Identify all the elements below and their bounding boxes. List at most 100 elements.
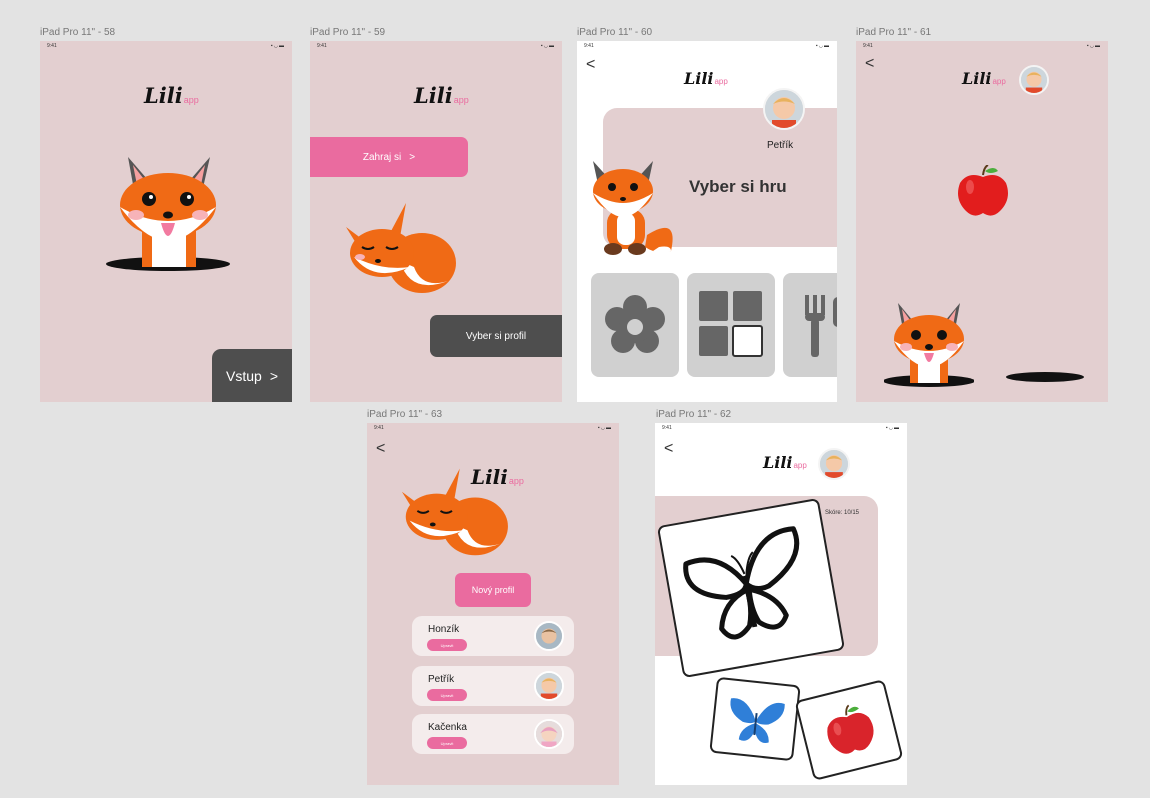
logo-app-text: app	[793, 461, 807, 470]
frame-label-60: iPad Pro 11" - 60	[577, 27, 653, 38]
edit-profile-button[interactable]: Upravit	[427, 737, 467, 749]
enter-button[interactable]: Vstup >	[212, 349, 292, 402]
back-chevron-icon[interactable]: <	[376, 441, 385, 457]
logo-text: Lili	[414, 83, 453, 108]
game-tile-food[interactable]	[783, 273, 837, 377]
back-chevron-icon[interactable]: <	[865, 56, 874, 72]
status-icons: ▪◡▬	[815, 43, 830, 49]
edit-profile-button[interactable]: Upravit	[427, 689, 467, 701]
fox-in-hole-illustration	[106, 157, 230, 271]
status-bar: 9:41 ▪◡▬	[40, 43, 292, 51]
logo-text: Lili	[962, 69, 992, 88]
logo-app-text: app	[992, 77, 1006, 86]
sitting-fox-illustration	[593, 161, 673, 255]
logo-text: Lili	[471, 465, 508, 489]
frame-59-menu: 9:41 ▪◡▬ Liliapp Zahraj si > Vyber si pr…	[310, 41, 562, 402]
profile-row-kacenka[interactable]: Kačenka Upravit	[412, 714, 574, 754]
logo-text: Lili	[763, 453, 793, 472]
logo-app-text: app	[183, 95, 199, 105]
play-button[interactable]: Zahraj si >	[310, 137, 468, 177]
butterfly-outline-icon	[683, 526, 800, 640]
choose-profile-label: Vyber si profil	[465, 330, 527, 342]
flower-icon	[605, 295, 665, 353]
frame-label-63: iPad Pro 11" - 63	[367, 409, 443, 420]
status-time: 9:41	[374, 425, 384, 431]
back-chevron-icon[interactable]: <	[586, 57, 595, 73]
user-avatar[interactable]	[1019, 65, 1049, 95]
answer-card-apple[interactable]	[794, 679, 904, 781]
game-tile-flower[interactable]	[591, 273, 679, 377]
main-picture-card[interactable]	[656, 497, 846, 679]
user-name: Petřík	[767, 140, 794, 151]
apple-icon	[958, 165, 1008, 216]
frame-label-62: iPad Pro 11" - 62	[656, 409, 732, 420]
game-tile-puzzle[interactable]	[687, 273, 775, 377]
status-bar: 9:41 ▪◡▬	[367, 425, 619, 433]
profile-avatar	[534, 719, 564, 749]
logo-text: Lili	[144, 83, 183, 108]
empty-hole	[1006, 372, 1084, 382]
child-face-icon	[1021, 67, 1047, 93]
fork-icon	[805, 295, 837, 357]
frame-label-61: iPad Pro 11" - 61	[856, 27, 932, 38]
status-icons: ▪◡▬	[1086, 43, 1101, 49]
user-avatar[interactable]	[818, 448, 850, 480]
frame-62-memory-game: 9:41 ▪◡▬ < Liliapp Skóre: 10/15	[655, 423, 907, 785]
status-time: 9:41	[662, 425, 672, 431]
child-face-icon	[765, 90, 803, 128]
apple-icon	[827, 704, 874, 754]
app-logo: Liliapp	[414, 83, 469, 108]
child-face-icon	[536, 623, 562, 649]
edit-profile-button[interactable]: Upravit	[427, 639, 467, 651]
logo-text: Lili	[684, 69, 714, 88]
profile-name: Kačenka	[428, 722, 467, 733]
status-bar: 9:41 ▪◡▬	[577, 43, 837, 51]
frame-58-welcome: 9:41 ▪◡▬ Liliapp Vstup >	[40, 41, 292, 402]
new-profile-button[interactable]: Nový profil	[455, 573, 531, 607]
profile-name: Honzík	[428, 624, 460, 635]
chevron-right-icon: >	[409, 151, 416, 163]
child-face-icon	[536, 673, 562, 699]
profile-row-honzik[interactable]: Honzík Upravit	[412, 616, 574, 656]
butterfly-icon	[730, 698, 785, 744]
profile-row-petrik[interactable]: Petřík Upravit	[412, 666, 574, 706]
status-icons: ▪◡▬	[270, 43, 285, 49]
profile-avatar	[534, 621, 564, 651]
app-logo: Liliapp	[962, 69, 1006, 88]
grid-icon	[699, 291, 763, 357]
chevron-right-icon: >	[269, 367, 278, 384]
status-bar: 9:41 ▪◡▬	[856, 43, 1108, 51]
choose-profile-button[interactable]: Vyber si profil	[430, 315, 562, 357]
logo-app-text: app	[453, 95, 469, 105]
status-time: 9:41	[47, 43, 57, 49]
app-logo: Liliapp	[763, 453, 807, 472]
status-time: 9:41	[863, 43, 873, 49]
status-bar: 9:41 ▪◡▬	[310, 43, 562, 51]
logo-app-text: app	[508, 476, 524, 486]
frame-label-58: iPad Pro 11" - 58	[40, 27, 116, 38]
status-time: 9:41	[584, 43, 594, 49]
child-face-icon	[536, 721, 562, 747]
child-face-icon	[820, 450, 848, 478]
frame-label-59: iPad Pro 11" - 59	[310, 27, 386, 38]
frame-61-feed-game: 9:41 ▪◡▬ < Liliapp	[856, 41, 1108, 402]
app-logo: Liliapp	[471, 465, 524, 489]
profile-name: Petřík	[428, 674, 455, 685]
back-chevron-icon[interactable]: <	[664, 441, 673, 457]
logo-app-text: app	[714, 77, 728, 86]
status-icons: ▪◡▬	[540, 43, 555, 49]
frame-63-profiles: 9:41 ▪◡▬ < Liliapp Nový profil Honzík Up…	[367, 423, 619, 785]
user-avatar[interactable]	[763, 88, 805, 130]
choose-game-heading: Vyber si hru	[689, 177, 787, 196]
app-logo: Liliapp	[144, 83, 199, 108]
play-label: Zahraj si	[362, 151, 402, 163]
enter-label: Vstup	[226, 367, 262, 384]
answer-card-butterfly[interactable]	[709, 676, 801, 762]
frame-60-choose-game: 9:41 ▪◡▬ < Liliapp Petřík Vyber si hru	[577, 41, 837, 402]
sleeping-fox-illustration	[346, 203, 456, 293]
status-bar: 9:41 ▪◡▬	[655, 425, 907, 433]
status-time: 9:41	[317, 43, 327, 49]
fox-in-hole-illustration	[884, 303, 974, 387]
app-logo: Liliapp	[684, 69, 728, 88]
profile-avatar	[534, 671, 564, 701]
